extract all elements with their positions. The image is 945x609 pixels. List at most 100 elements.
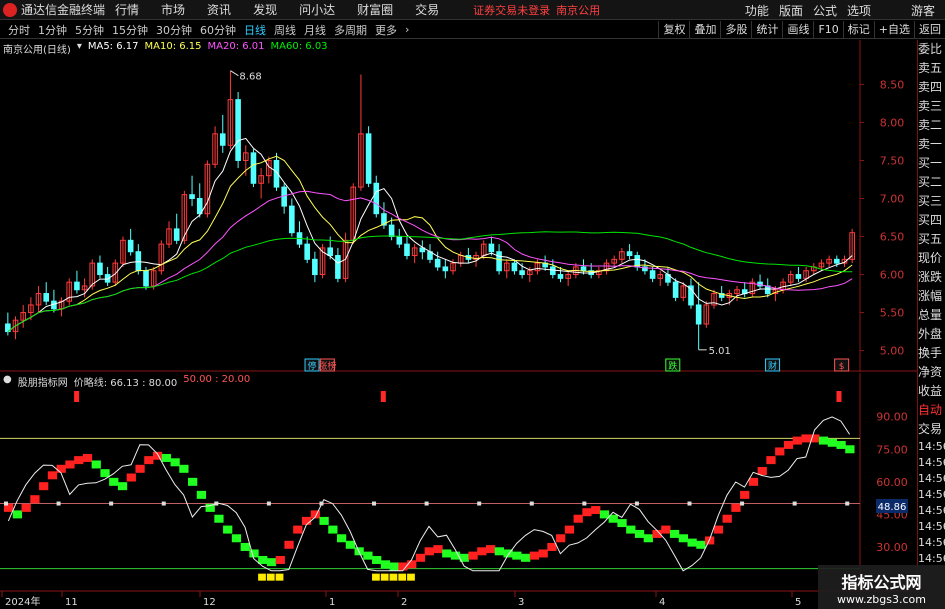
tool-draw[interactable]: 画线	[782, 21, 813, 39]
trend-band-block	[494, 547, 504, 556]
midline-marker	[634, 501, 639, 506]
candle-body	[550, 266, 556, 276]
indicator-name[interactable]: 股朋指标网	[18, 374, 68, 389]
period-weekly[interactable]: 周线	[274, 22, 296, 38]
period-daily[interactable]: 日线	[244, 22, 266, 38]
quote-label: 外盘	[918, 327, 943, 341]
oversold-marker	[380, 573, 389, 581]
oversold-marker	[407, 573, 415, 581]
menu-item-wealth[interactable]: 财富圈	[357, 1, 393, 18]
time-label: 4	[659, 597, 665, 608]
trend-band-block	[39, 482, 49, 491]
trend-band-block	[249, 549, 259, 558]
login-stock: 南京公用	[556, 3, 601, 17]
period-more[interactable]: 更多	[375, 22, 397, 38]
trend-band-block	[214, 514, 224, 523]
menu-function[interactable]: 功能	[745, 2, 769, 19]
tool-add-watchlist[interactable]: +自选	[873, 21, 914, 39]
candlestick-chart[interactable]: 8.50 8.00 7.50 7.00 6.50 6.00 5.50 5.00 8.68 5.01…	[0, 40, 917, 372]
tool-back[interactable]: 返回	[914, 21, 945, 39]
buy-signal	[380, 391, 386, 402]
menu-item-markets[interactable]: 市场	[161, 1, 185, 18]
ma5-value: MA5: 6.17	[87, 41, 139, 52]
trend-band-block	[818, 436, 829, 445]
trend-band-block	[293, 525, 303, 534]
trend-band-block	[722, 514, 732, 523]
tool-adjust[interactable]: 复权	[658, 21, 689, 39]
chevron-right-icon[interactable]: ›	[405, 23, 409, 36]
buy-signal	[74, 391, 80, 402]
trend-band-block	[485, 545, 496, 554]
trend-band-block	[345, 540, 356, 549]
menu-item-ask[interactable]: 问小达	[299, 1, 335, 18]
candle-body	[795, 274, 802, 279]
trend-band-block	[687, 538, 697, 547]
guest-user[interactable]: 游客	[911, 2, 935, 19]
period-multi[interactable]: 多周期	[334, 22, 367, 38]
trend-band-block	[100, 469, 110, 478]
quote-label: 买二	[918, 175, 943, 189]
quote-label: 买五	[918, 232, 943, 246]
indicator-chart[interactable]: 90.0075.0060.0045.0030.0048.862024年 11 12 1…	[0, 373, 917, 609]
trend-band-block	[678, 534, 689, 543]
tool-mark[interactable]: 标记	[842, 21, 874, 39]
menu-layout[interactable]: 版面	[779, 2, 803, 19]
trade-time: 14:56	[918, 520, 945, 533]
trade-tab[interactable]: 交易	[918, 420, 945, 439]
settings-icon[interactable]: ●	[3, 374, 12, 389]
period-1min[interactable]: 1分钟	[38, 22, 67, 38]
stock-name[interactable]: 南京公用(日线)	[3, 41, 71, 56]
trend-band-block	[529, 551, 540, 560]
site-watermark: 指标公式网 www.zbgs3.com	[818, 565, 945, 609]
trend-band-block	[521, 553, 531, 562]
candle-body	[557, 274, 564, 279]
midline-marker	[477, 501, 482, 506]
trend-band-block	[240, 542, 250, 551]
watermark-url: www.zbgs3.com	[837, 593, 926, 606]
trend-band-block	[336, 534, 347, 543]
trend-band-block	[696, 540, 706, 549]
trend-band-block	[126, 473, 136, 482]
tool-f10[interactable]: F10	[813, 21, 842, 39]
menu-item-trade[interactable]: 交易	[415, 1, 439, 18]
login-status[interactable]: 证券交易未登录	[473, 2, 550, 18]
midline-marker	[319, 501, 324, 506]
candle-body	[97, 262, 103, 276]
candle-body	[442, 266, 449, 272]
indicator-axis-label: 90.00	[876, 411, 908, 424]
quote-label: 买三	[918, 194, 943, 208]
menu-formula[interactable]: 公式	[813, 2, 837, 19]
trend-band-block	[117, 482, 128, 491]
quote-label: 总量	[918, 308, 943, 322]
trend-band-block	[135, 464, 145, 473]
tool-overlay[interactable]: 叠加	[689, 21, 720, 39]
tool-stats[interactable]: 统计	[751, 21, 782, 39]
price-label: 6.50	[880, 231, 905, 244]
trend-band-block	[634, 529, 645, 538]
period-5min[interactable]: 5分钟	[75, 22, 104, 38]
oversold-marker	[258, 573, 266, 581]
trend-band-block	[389, 562, 399, 571]
auto-trade-tab[interactable]: 自动	[918, 401, 945, 420]
period-30min[interactable]: 30分钟	[156, 22, 192, 38]
menu-item-market[interactable]: 行情	[115, 1, 139, 18]
menu-item-discover[interactable]: 发现	[253, 1, 277, 18]
tool-multi-stock[interactable]: 多股	[720, 21, 751, 39]
trade-time: 14:56	[918, 440, 945, 453]
menu-item-news[interactable]: 资讯	[207, 1, 231, 18]
candle-body	[189, 194, 195, 199]
midline-marker	[161, 501, 166, 506]
trend-band-block	[21, 503, 31, 512]
period-intraday[interactable]: 分时	[8, 22, 30, 38]
period-15min[interactable]: 15分钟	[112, 22, 148, 38]
time-label: 2	[401, 597, 407, 608]
menu-options[interactable]: 选项	[847, 2, 871, 19]
settings-icon[interactable]: ▾	[77, 41, 82, 56]
period-60min[interactable]: 60分钟	[200, 22, 236, 38]
time-label: 12	[203, 597, 216, 608]
period-monthly[interactable]: 月线	[304, 22, 326, 38]
event-badge-label: 跌	[668, 361, 677, 372]
midline-marker	[845, 501, 850, 506]
quote-label: 涨幅	[918, 289, 943, 303]
quote-label: 买四	[918, 213, 943, 227]
